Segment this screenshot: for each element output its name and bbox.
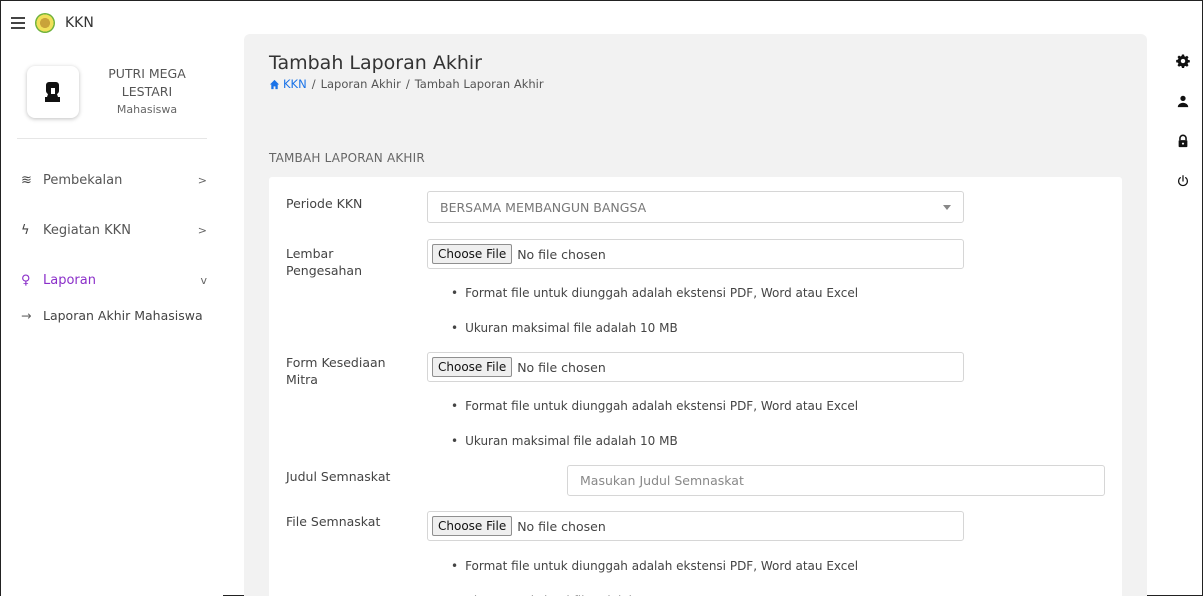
breadcrumb-separator: / [405, 77, 410, 91]
format-note: Format file untuk diunggah adalah eksten… [451, 286, 858, 300]
size-note: Ukuran maksimal file adalah 10 MB [451, 434, 678, 448]
sidebar-item-pembekalan[interactable]: ≋ Pembekalan > [21, 155, 207, 205]
breadcrumb-item: Tambah Laporan Akhir [414, 77, 544, 91]
choose-file-button[interactable]: Choose File [432, 516, 513, 536]
page-title: Tambah Laporan Akhir [269, 52, 482, 74]
logout-button[interactable] [1171, 161, 1195, 201]
sidebar-item-kegiatan[interactable]: ϟ Kegiatan KKN > [21, 205, 207, 255]
file-status: No file chosen [517, 518, 606, 534]
power-icon [1178, 175, 1188, 187]
user-silhouette-icon [45, 81, 60, 102]
arrow-right-icon: → [21, 308, 32, 323]
sidebar-item-label: Kegiatan KKN [43, 222, 131, 238]
periode-select-value: BERSAMA MEMBANGUN BANGSA [440, 199, 647, 215]
choose-file-button[interactable]: Choose File [432, 244, 513, 264]
user-profile: PUTRI MEGA LESTARI Mahasiswa [17, 45, 207, 139]
sidebar-menu: ≋ Pembekalan > ϟ Kegiatan KKN > ♀ Lapora… [1, 155, 223, 325]
profile-text: PUTRI MEGA LESTARI Mahasiswa [87, 65, 207, 119]
file-status: No file chosen [517, 359, 606, 375]
file-semnaskat-label: File Semnaskat [286, 514, 381, 529]
periode-label: Periode KKN [286, 196, 363, 211]
form-card: Periode KKN BERSAMA MEMBANGUN BANGSA Lem… [269, 177, 1122, 596]
home-icon [269, 79, 280, 89]
brand-name: KKN [65, 15, 94, 31]
profile-button[interactable] [1171, 81, 1195, 121]
size-note: Ukuran maksimal file adalah 10 MB [451, 321, 678, 335]
avatar [27, 65, 79, 118]
settings-button[interactable] [1171, 41, 1195, 81]
caret-down-icon [943, 205, 951, 210]
activity-icon: ϟ [21, 222, 30, 238]
breadcrumb-item: KKN [283, 77, 307, 91]
search-doc-icon: ♀ [21, 272, 31, 288]
chevron-down-icon: v [200, 273, 207, 287]
user-icon [1177, 95, 1189, 108]
lock-icon [1178, 134, 1188, 148]
lembar-label: Lembar Pengesahan [286, 246, 363, 278]
chevron-right-icon: > [197, 173, 207, 187]
sidebar: KKN PUTRI MEGA LESTARI Mahasiswa ≋ Pembe… [1, 1, 223, 596]
judul-semnaskat-input[interactable] [567, 465, 1105, 496]
sidebar-item-laporan[interactable]: ♀ Laporan v [21, 255, 207, 305]
lock-button[interactable] [1171, 121, 1195, 161]
mitra-file-input[interactable]: Choose File No file chosen [427, 352, 964, 382]
gear-icon [1176, 54, 1190, 68]
sidebar-item-label: Pembekalan [43, 172, 123, 188]
breadcrumb-item[interactable]: Laporan Akhir [321, 77, 401, 91]
section-title: TAMBAH LAPORAN AKHIR [269, 151, 425, 165]
profile-name: PUTRI MEGA LESTARI [108, 65, 186, 99]
periode-select[interactable]: BERSAMA MEMBANGUN BANGSA [427, 191, 964, 223]
semnaskat-file-input[interactable]: Choose File No file chosen [427, 511, 964, 541]
breadcrumb: KKN / Laporan Akhir / Tambah Laporan Akh… [269, 77, 544, 91]
judul-label: Judul Semnaskat [286, 469, 391, 484]
choose-file-button[interactable]: Choose File [432, 357, 513, 377]
mitra-label: Form Kesediaan Mitra [286, 355, 386, 387]
sidebar-item-label: Laporan [43, 272, 96, 288]
sidebar-subitem-laporan-akhir[interactable]: → Laporan Akhir Mahasiswa [21, 305, 207, 325]
file-status: No file chosen [517, 246, 606, 262]
main-content: Tambah Laporan Akhir KKN / Laporan Akhir… [244, 34, 1147, 596]
hamburger-icon[interactable] [11, 17, 25, 29]
sidebar-subitem-label: Laporan Akhir Mahasiswa [43, 308, 203, 323]
breadcrumb-separator: / [311, 77, 316, 91]
layers-icon: ≋ [21, 172, 32, 188]
chevron-right-icon: > [197, 223, 207, 237]
profile-role: Mahasiswa [116, 102, 178, 116]
format-note: Format file untuk diunggah adalah eksten… [451, 559, 858, 573]
breadcrumb-home[interactable]: KKN [269, 77, 307, 91]
brand-bar: KKN [1, 1, 223, 45]
format-note: Format file untuk diunggah adalah eksten… [451, 399, 858, 413]
university-logo-icon [35, 13, 55, 33]
lembar-file-input[interactable]: Choose File No file chosen [427, 239, 964, 269]
right-toolbar [1171, 41, 1195, 201]
